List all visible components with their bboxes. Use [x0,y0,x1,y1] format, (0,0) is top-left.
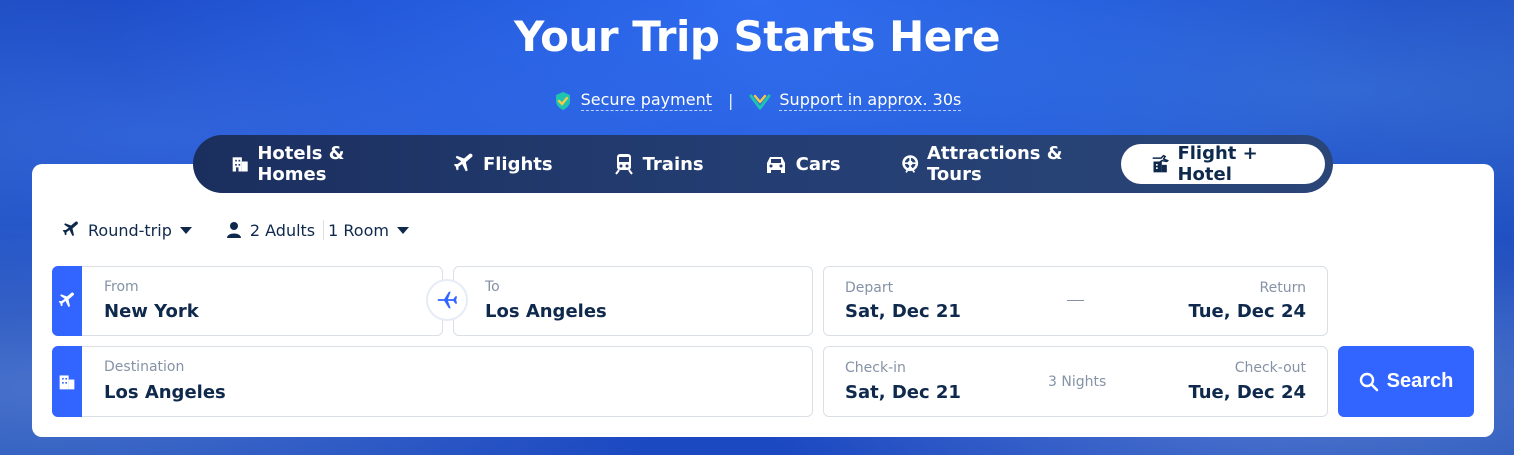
date-divider [1067,300,1084,301]
checkin-value: Sat, Dec 21 [845,382,961,403]
from-value: New York [104,301,199,322]
search-button-label: Search [1386,370,1454,392]
hotel-icon [232,157,248,172]
checkout-label: Check-out [1234,360,1306,376]
train-icon [614,154,633,175]
badge-separator: | [728,91,734,110]
car-icon [766,157,785,173]
destination-value: Los Angeles [104,382,226,403]
return-label: Return [1259,280,1306,296]
checkout-value: Tue, Dec 24 [1188,382,1306,403]
tab-flight-hotel[interactable]: Flight + Hotel [1121,143,1325,185]
nights-count: 3 Nights [1048,374,1107,390]
secure-payment-label: Secure payment [580,90,712,111]
tab-label: Attractions & Tours [927,143,1063,185]
to-value: Los Angeles [485,301,607,322]
divider [323,220,325,240]
page-title: Your Trip Starts Here [514,12,1000,61]
support-label: Support in approx. 30s [779,90,962,111]
hotel-icon [59,374,75,389]
depart-label: Depart [845,280,894,296]
person-icon [226,222,241,238]
hotel-sidebar [52,346,82,417]
adults-label: 2 Adults [249,220,316,240]
plane-icon [437,291,458,309]
tab-label: Trains [642,153,704,175]
tab-attractions-tours[interactable]: Attractions & Tours [871,143,1122,185]
checkin-label: Check-in [845,360,906,376]
flight-hotel-icon [1152,154,1170,173]
search-button[interactable]: Search [1338,346,1474,417]
tab-hotels-homes[interactable]: Hotels & Homes [201,143,423,185]
tab-cars[interactable]: Cars [734,144,871,184]
guests-rooms-dropdown[interactable]: 2 Adults 1 Room [226,220,409,240]
tab-label: Hotels & Homes [257,143,345,185]
search-icon [1359,372,1378,391]
plane-icon [62,221,78,236]
rooms-label: 1 Room [328,220,389,240]
product-tabs: Hotels & Homes Flights Trains Cars Attra… [193,135,1333,193]
from-label: From [104,279,139,295]
secure-payment-badge[interactable]: Secure payment [553,90,712,111]
support-check-icon [749,94,771,109]
chevron-down-icon [179,226,192,234]
tab-flights[interactable]: Flights [423,144,583,184]
to-label: To [485,279,500,295]
shield-check-icon [555,91,570,110]
trust-badges: Secure payment | Support in approx. 30s [0,90,1514,111]
search-options: Round-trip 2 Adults 1 Room [62,220,409,240]
return-value: Tue, Dec 24 [1188,301,1306,322]
support-badge[interactable]: Support in approx. 30s [749,90,962,111]
destination-label: Destination [104,359,185,375]
swap-button[interactable] [426,279,468,321]
trip-type-label: Round-trip [88,220,172,240]
tab-label: Cars [795,153,841,175]
tab-trains[interactable]: Trains [583,144,734,184]
attraction-icon [901,155,918,173]
plane-icon [453,153,473,172]
tab-label: Flights [482,153,553,175]
plane-icon [58,292,74,307]
chevron-down-icon [396,226,409,234]
trip-type-dropdown[interactable]: Round-trip [62,221,192,240]
flight-sidebar [52,266,82,336]
depart-value: Sat, Dec 21 [845,301,961,322]
tab-label: Flight + Hotel [1177,143,1258,185]
